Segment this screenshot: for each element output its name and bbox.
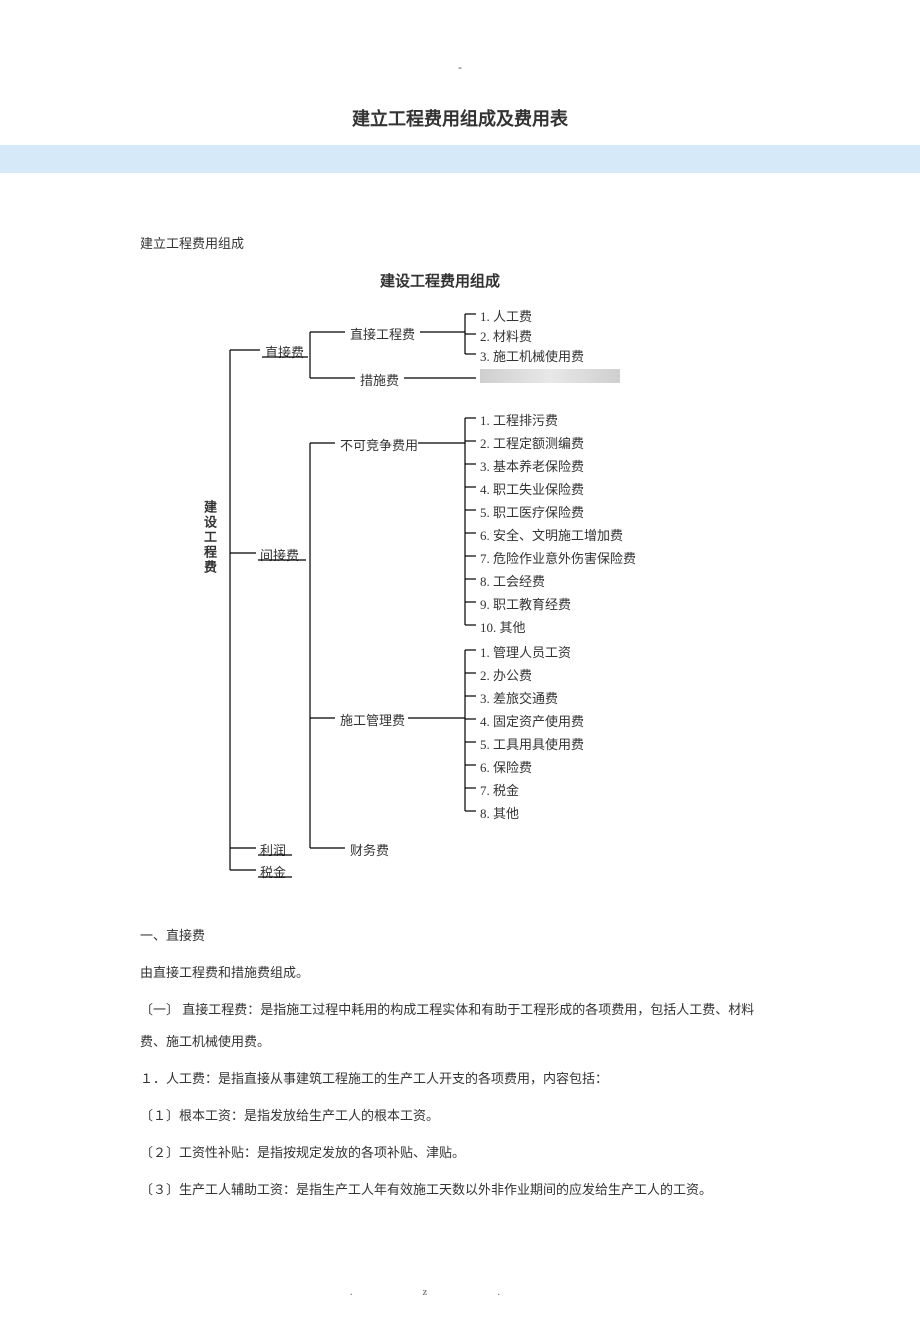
page-title: 建立工程费用组成及费用表 [140, 105, 780, 131]
section-subtitle: 建立工程费用组成 [140, 233, 780, 252]
paragraph-2: 〔一〕 直接工程费：是指施工过程中耗用的构成工程实体和有助于工程形成的各项费用，… [140, 994, 780, 1056]
structure-diagram: 建设工程费用组成 建设工程费 直接费 直接工程费 措施费 1. 人工费 2. 材… [180, 270, 740, 890]
diagram-lines [180, 270, 740, 890]
paragraph-3: １．人工费：是指直接从事建筑工程施工的生产工人开支的各项费用，内容包括： [140, 1063, 780, 1094]
footer-z: z. [423, 1286, 571, 1298]
paragraph-1: 由直接工程费和措施费组成。 [140, 957, 780, 988]
decorative-band [0, 145, 920, 173]
paragraph-4: 〔１〕根本工资：是指发放给生产工人的根本工资。 [140, 1100, 780, 1131]
paragraph-6: 〔３〕生产工人辅助工资：是指生产工人年有效施工天数以外非作业期间的应发给生产工人… [140, 1174, 780, 1205]
page-footer: .z. [140, 1286, 780, 1298]
paragraph-5: 〔２〕工资性补贴：是指按规定发放的各项补贴、津贴。 [140, 1137, 780, 1168]
heading-1: 一、直接费 [140, 920, 780, 951]
footer-dot: . [350, 1286, 423, 1298]
header-dash: - [140, 60, 780, 75]
